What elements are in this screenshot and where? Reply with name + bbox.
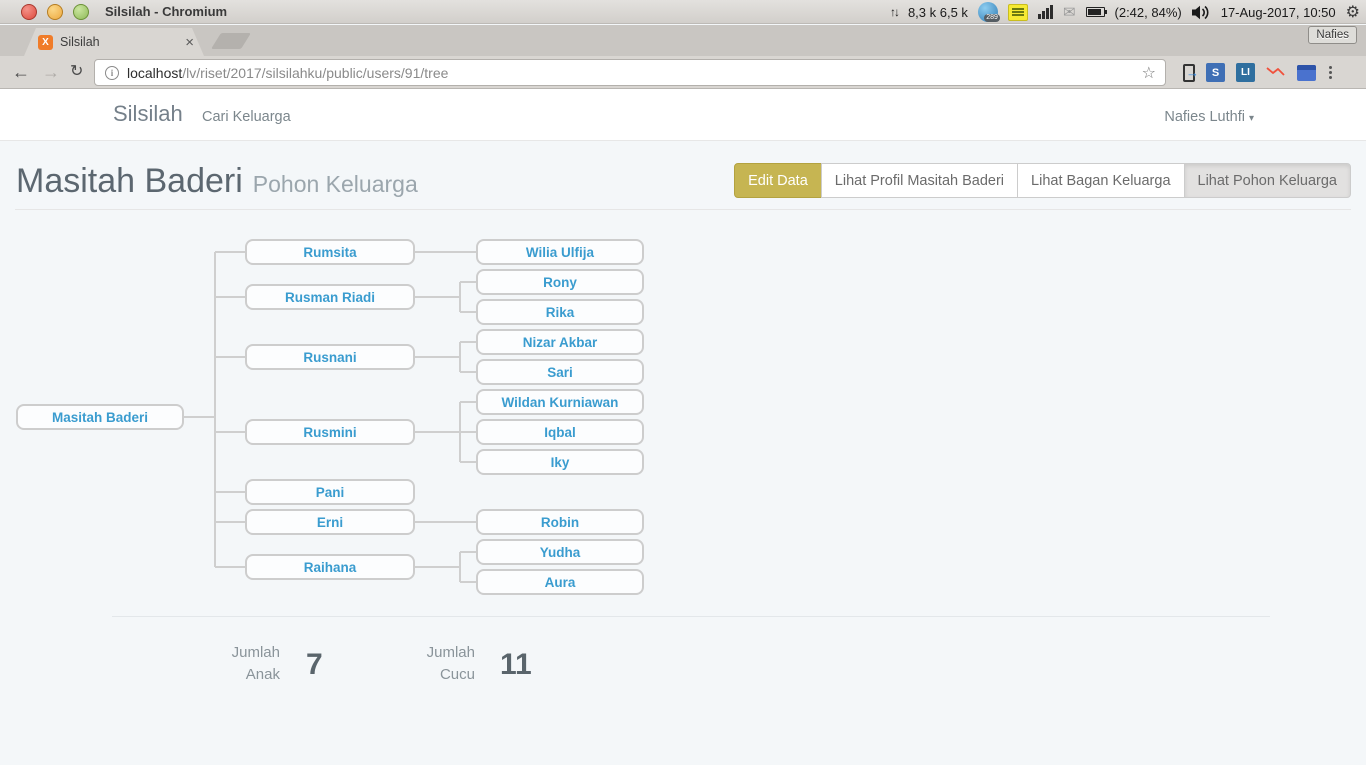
new-tab-button[interactable] [211, 33, 251, 49]
tree-node-child[interactable]: Raihana [245, 554, 415, 580]
indicator-badge: 289 [984, 14, 1000, 22]
tree-node-child[interactable]: Rusnani [245, 344, 415, 370]
window-maximize-button[interactable] [73, 4, 89, 20]
url-text[interactable]: localhost/lv/riset/2017/silsilahku/publi… [127, 65, 448, 81]
send-to-device-extension-icon[interactable]: → [1183, 64, 1195, 82]
tab-close-icon[interactable]: × [185, 34, 194, 51]
network-updown-icon[interactable]: ↑↓ [890, 5, 898, 19]
laravel-extension-icon[interactable] [1266, 66, 1286, 80]
tree-node-grandchild[interactable]: Sari [476, 359, 644, 385]
lihat-bagan-button[interactable]: Lihat Bagan Keluarga [1017, 163, 1184, 198]
signal-strength-icon[interactable] [1038, 5, 1053, 19]
browser-menu-icon[interactable] [1329, 66, 1332, 79]
jumlah-cucu-label: Jumlah Cucu [405, 642, 475, 686]
system-tray: ↑↓ 8,3 k 6,5 k 289 ✉ (2:42, 84%) 17-Aug-… [890, 0, 1360, 24]
tree-node-grandchild[interactable]: Rony [476, 269, 644, 295]
tree-divider [112, 616, 1270, 617]
window-minimize-button[interactable] [47, 4, 63, 20]
jumlah-cucu-value: 11 [500, 648, 532, 682]
tree-node-root[interactable]: Masitah Baderi [16, 404, 184, 430]
back-button[interactable]: ← [12, 61, 30, 83]
tree-node-grandchild[interactable]: Robin [476, 509, 644, 535]
jumlah-anak-label: Jumlah Anak [210, 642, 280, 686]
tree-node-child[interactable]: Pani [245, 479, 415, 505]
battery-status-label: (2:42, 84%) [1115, 5, 1182, 20]
person-name: Masitah Baderi [16, 162, 243, 200]
tree-node-child[interactable]: Rumsita [245, 239, 415, 265]
app-indicator-icon[interactable]: 289 [978, 2, 998, 22]
extension-icons: → S LI [1183, 59, 1332, 86]
window-close-button[interactable] [21, 4, 37, 20]
lihat-profil-button[interactable]: Lihat Profil Masitah Baderi [821, 163, 1018, 198]
page-title: Masitah Baderi Pohon Keluarga [16, 162, 418, 201]
battery-icon[interactable] [1086, 7, 1105, 17]
desktop-screen: Silsilah - Chromium ↑↓ 8,3 k 6,5 k 289 ✉… [0, 0, 1366, 765]
clock-label: 17-Aug-2017, 10:50 [1221, 5, 1336, 20]
forward-button[interactable]: → [42, 61, 60, 83]
browser-tab[interactable]: X Silsilah × [24, 28, 204, 56]
address-bar[interactable]: i localhost/lv/riset/2017/silsilahku/pub… [94, 59, 1166, 86]
tree-node-grandchild[interactable]: Wilia Ulfija [476, 239, 644, 265]
tree-node-child[interactable]: Rusman Riadi [245, 284, 415, 310]
tree-node-grandchild[interactable]: Iqbal [476, 419, 644, 445]
tree-node-child[interactable]: Rusmini [245, 419, 415, 445]
nav-link-cari-keluarga[interactable]: Cari Keluarga [202, 109, 291, 125]
s-extension-icon[interactable]: S [1206, 63, 1225, 82]
xampp-favicon: X [38, 35, 53, 50]
tree-node-grandchild[interactable]: Aura [476, 569, 644, 595]
caret-down-icon: ▾ [1249, 113, 1254, 124]
window-title: Silsilah - Chromium [105, 4, 227, 19]
blue-extension-icon[interactable] [1297, 65, 1316, 81]
site-navbar: Silsilah Cari Keluarga Nafies Luthfi ▾ [0, 89, 1366, 141]
browser-tab-strip: X Silsilah × Nafies [0, 25, 1366, 56]
page-subtitle: Pohon Keluarga [253, 171, 418, 197]
page-info-icon[interactable]: i [105, 66, 119, 80]
action-button-group: Edit Data Lihat Profil Masitah Baderi Li… [734, 163, 1351, 198]
tree-node-grandchild[interactable]: Wildan Kurniawan [476, 389, 644, 415]
url-path: /lv/riset/2017/silsilahku/public/users/9… [182, 65, 448, 81]
desktop-user-badge: Nafies [1308, 26, 1357, 44]
tree-node-grandchild[interactable]: Nizar Akbar [476, 329, 644, 355]
family-tree: Masitah Baderi Rumsita Wilia Ulfija Rusman … [0, 225, 700, 615]
user-dropdown[interactable]: Nafies Luthfi ▾ [1164, 109, 1254, 125]
li-extension-icon[interactable]: LI [1236, 63, 1255, 82]
mail-icon[interactable]: ✉ [1063, 3, 1076, 21]
tree-node-child[interactable]: Erni [245, 509, 415, 535]
tree-node-grandchild[interactable]: Iky [476, 449, 644, 475]
tab-title: Silsilah [60, 35, 185, 49]
lihat-pohon-button[interactable]: Lihat Pohon Keluarga [1184, 163, 1351, 198]
edit-data-button[interactable]: Edit Data [734, 163, 822, 198]
volume-icon[interactable] [1192, 5, 1211, 20]
gear-icon[interactable]: ⚙ [1346, 2, 1360, 22]
network-traffic-label: 8,3 k 6,5 k [908, 5, 968, 20]
window-titlebar: Silsilah - Chromium ↑↓ 8,3 k 6,5 k 289 ✉… [0, 0, 1366, 24]
tree-node-grandchild[interactable]: Yudha [476, 539, 644, 565]
browser-toolbar: ← → ↻ i localhost/lv/riset/2017/silsilah… [0, 56, 1366, 89]
header-divider [15, 209, 1351, 210]
url-host: localhost [127, 65, 182, 81]
reload-button[interactable]: ↻ [70, 61, 83, 83]
jumlah-anak-value: 7 [306, 648, 323, 682]
tree-node-grandchild[interactable]: Rika [476, 299, 644, 325]
navbar-brand[interactable]: Silsilah [113, 101, 183, 127]
list-indicator-icon[interactable] [1008, 4, 1028, 21]
user-dropdown-label: Nafies Luthfi [1164, 109, 1245, 125]
bookmark-star-icon[interactable]: ☆ [1142, 63, 1156, 83]
